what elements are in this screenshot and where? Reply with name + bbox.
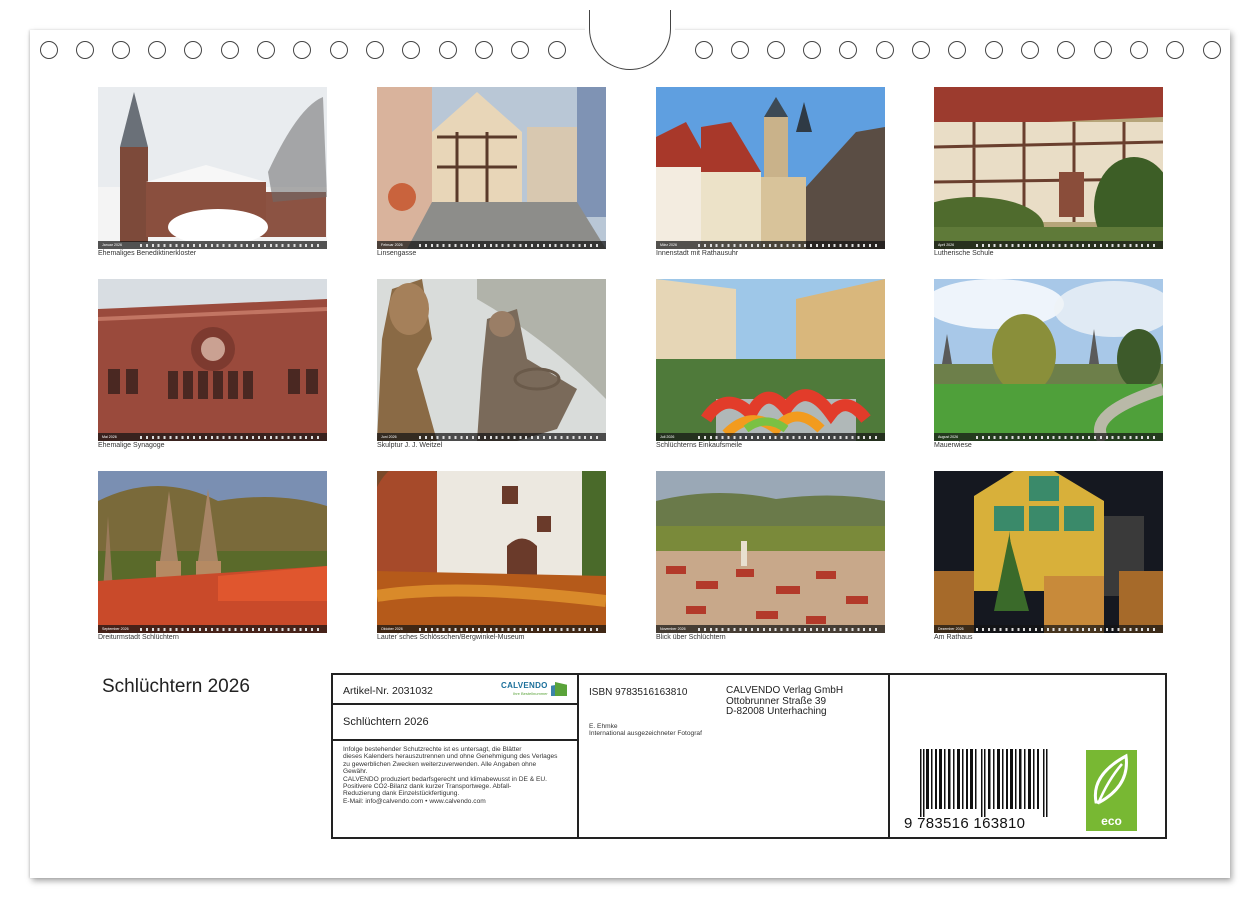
- barcode-graphic: [920, 749, 1048, 817]
- photo-caption: Blick über Schlüchtern: [656, 634, 726, 641]
- photo-month-1: Januar 2026: [98, 87, 327, 249]
- article-row: Artikel-Nr. 2031032 CALVENDO Ihre Bestel…: [333, 675, 577, 705]
- month-strip-label: Mai 2026: [102, 435, 117, 439]
- barcode-column: 9 783516 163810 eco: [890, 675, 1165, 837]
- photo-month-4: April 2026: [934, 87, 1163, 249]
- product-title-row: Schlüchtern 2026: [333, 705, 577, 741]
- month-strip-label: Oktober 2026: [381, 627, 403, 631]
- photo-caption: Ehemaliges Benediktinerkloster: [98, 250, 197, 257]
- month-strip-label: Januar 2026: [102, 243, 122, 247]
- photo-month-6: Juni 2026: [377, 279, 606, 441]
- photo-caption: Linsengasse: [377, 250, 417, 257]
- photo-caption: Mauerwiese: [934, 442, 972, 449]
- publisher-info-box: Artikel-Nr. 2031032 CALVENDO Ihre Bestel…: [331, 673, 1167, 839]
- photo-caption: Ehemalige Synagoge: [98, 442, 165, 449]
- publisher-address: CALVENDO Verlag GmbH Ottobrunner Straße …: [726, 685, 844, 717]
- photo-month-2: Februar 2026: [377, 87, 606, 249]
- photo-caption: Lutherische Schule: [934, 250, 994, 257]
- photo-caption: Schlüchterns Einkaufsmeile: [656, 442, 742, 449]
- photo-month-12: Dezember 2026: [934, 471, 1163, 633]
- calendar-title: Schlüchtern 2026: [102, 676, 250, 697]
- barcode-digits: 9 783516 163810: [904, 815, 1026, 832]
- month-strip-label: September 2026: [102, 627, 129, 631]
- photo-month-3: März 2026: [656, 87, 885, 249]
- eco-badge: eco: [1086, 750, 1137, 831]
- month-strip-label: Juni 2026: [381, 435, 397, 439]
- month-strip-label: Dezember 2026: [938, 627, 964, 631]
- product-title: Schlüchtern 2026: [343, 716, 429, 728]
- month-strip-label: März 2026: [660, 243, 677, 247]
- month-strip-label: November 2026: [660, 627, 686, 631]
- isbn-number: ISBN 9783516163810: [589, 687, 688, 698]
- photo-month-10: Oktober 2026: [377, 471, 606, 633]
- article-column: Artikel-Nr. 2031032 CALVENDO Ihre Bestel…: [333, 675, 579, 837]
- photo-month-5: Mai 2026: [98, 279, 327, 441]
- legal-notice: Infolge bestehender Schutzrechte ist es …: [343, 746, 558, 805]
- photo-caption: Skulptur J. J. Weitzel: [377, 442, 443, 449]
- photo-caption: Lauter´sches Schlösschen/Bergwinkel-Muse…: [377, 634, 525, 641]
- calvendo-logo: CALVENDO Ihre Bestellnummer: [501, 681, 571, 699]
- leaf-icon: [1093, 753, 1128, 805]
- month-strip-label: Juli 2026: [660, 435, 675, 439]
- month-strip-label: Februar 2026: [381, 243, 403, 247]
- photo-month-7: Juli 2026: [656, 279, 885, 441]
- photo-caption: Am Rathaus: [934, 634, 973, 641]
- photo-caption: Innenstadt mit Rathausuhr: [656, 250, 739, 257]
- author-info: E. Ehmke International ausgezeichneter F…: [589, 723, 702, 738]
- photo-caption: Dreiturmstadt Schlüchtern: [98, 634, 179, 641]
- photo-month-8: August 2026: [934, 279, 1163, 441]
- month-strip-label: April 2026: [938, 243, 955, 247]
- month-strip-label: August 2026: [938, 435, 959, 439]
- photo-month-9: September 2026: [98, 471, 327, 633]
- isbn-column: ISBN 9783516163810 CALVENDO Verlag GmbH …: [579, 675, 890, 837]
- photo-month-11: November 2026: [656, 471, 885, 633]
- article-number: Artikel-Nr. 2031032: [343, 685, 433, 697]
